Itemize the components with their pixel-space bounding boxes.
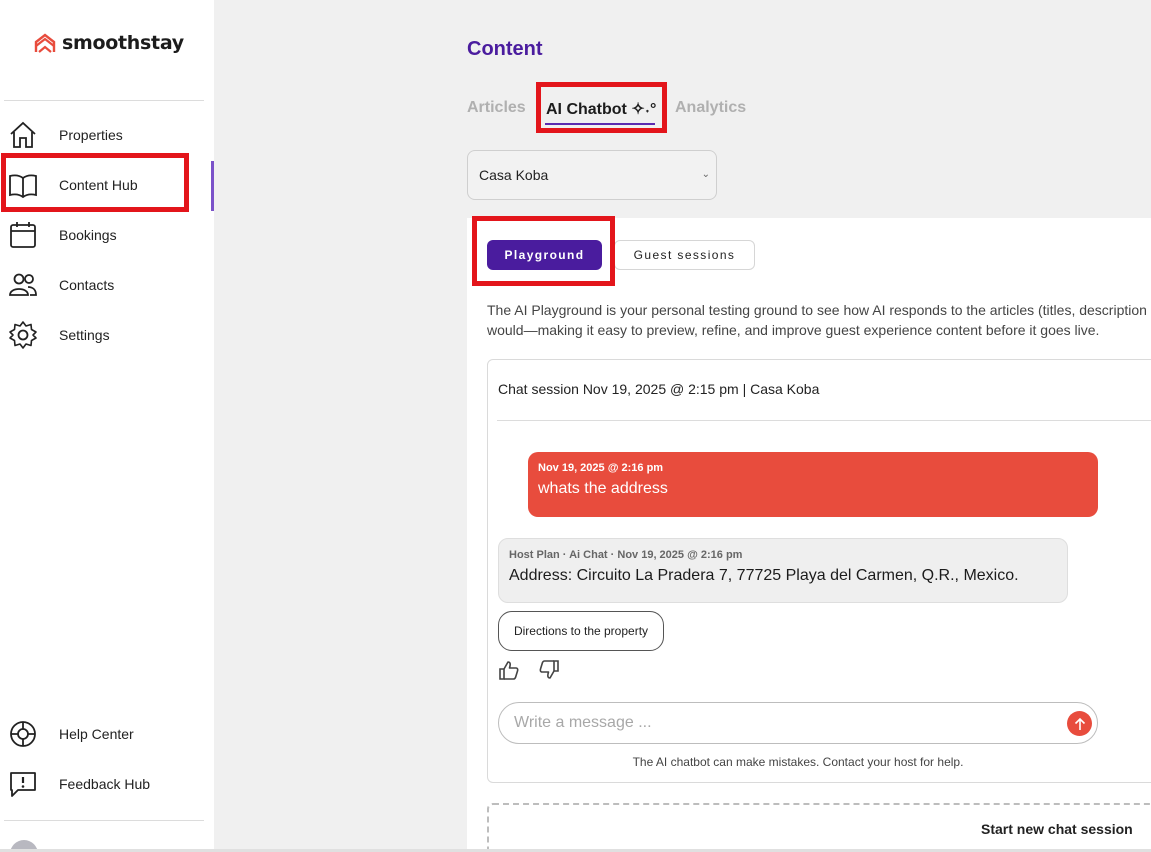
users-icon: [8, 270, 38, 300]
start-new-session-button[interactable]: Start new chat session: [487, 803, 1151, 852]
thumbs-down-icon[interactable]: [538, 659, 560, 681]
property-select-value: Casa Koba: [479, 167, 549, 183]
feedback-icon: [8, 769, 38, 799]
calendar-icon: [8, 220, 38, 250]
active-tab-underline: [545, 123, 655, 125]
logo-icon: [34, 33, 56, 53]
page-title: Content: [467, 38, 543, 60]
message-text: Address: Circuito La Pradera 7, 77725 Pl…: [509, 567, 1019, 584]
start-new-session-label: Start new chat session: [981, 821, 1133, 837]
tab-ai-chatbot[interactable]: AI Chatbot ✧˖°: [546, 99, 656, 119]
sidebar-item-label: Properties: [59, 127, 123, 143]
tab-analytics[interactable]: Analytics: [675, 99, 746, 117]
description-line: The AI Playground is your personal testi…: [487, 302, 1147, 318]
sidebar-item-feedback-hub[interactable]: Feedback Hub: [8, 764, 208, 804]
sidebar-item-label: Bookings: [59, 227, 117, 243]
home-icon: [8, 120, 38, 150]
message-timestamp: Nov 19, 2025 @ 2:16 pm: [538, 462, 664, 474]
ai-disclaimer: The AI chatbot can make mistakes. Contac…: [632, 755, 964, 769]
sidebar-item-settings[interactable]: Settings: [8, 315, 208, 355]
gear-icon: [8, 320, 38, 350]
lifebuoy-icon: [8, 719, 38, 749]
sidebar-item-bookings[interactable]: Bookings: [8, 215, 208, 255]
active-nav-indicator: [211, 161, 214, 211]
sidebar-item-contacts[interactable]: Contacts: [8, 265, 208, 305]
brand-name: smoothstay: [62, 32, 184, 54]
send-button[interactable]: [1067, 711, 1092, 736]
sidebar-item-label: Help Center: [59, 726, 134, 742]
chat-session-title: Chat session Nov 19, 2025 @ 2:15 pm | Ca…: [498, 381, 820, 397]
brand-logo[interactable]: smoothstay: [34, 32, 184, 54]
sidebar: smoothstay Properties Content Hub Bookin…: [0, 0, 214, 852]
sidebar-divider: [4, 820, 204, 821]
user-message: Nov 19, 2025 @ 2:16 pm whats the address: [528, 452, 1098, 517]
arrow-up-icon: [1074, 717, 1085, 730]
chevron-down-icon: ⌄: [701, 169, 710, 180]
sidebar-item-label: Settings: [59, 327, 110, 343]
message-input[interactable]: [498, 702, 1098, 744]
suggestion-chip[interactable]: Directions to the property: [498, 611, 664, 651]
bot-message: Host Plan · Ai Chat · Nov 19, 2025 @ 2:1…: [498, 538, 1068, 603]
description-line: would—making it easy to preview, refine,…: [487, 322, 1100, 338]
sidebar-item-label: Content Hub: [59, 177, 138, 193]
sidebar-divider: [4, 100, 204, 101]
message-text: whats the address: [538, 480, 668, 497]
thumbs-up-icon[interactable]: [498, 659, 520, 681]
book-icon: [8, 170, 38, 200]
sidebar-item-label: Feedback Hub: [59, 776, 151, 792]
sidebar-item-properties[interactable]: Properties: [8, 115, 208, 155]
tab-articles[interactable]: Articles: [467, 99, 526, 117]
sidebar-item-label: Contacts: [59, 277, 115, 293]
sidebar-item-content-hub[interactable]: Content Hub: [8, 165, 208, 205]
chat-divider: [497, 420, 1151, 421]
playground-description: The AI Playground is your personal testi…: [487, 300, 1151, 340]
property-select[interactable]: Casa Koba ⌄: [467, 150, 717, 200]
sidebar-item-help-center[interactable]: Help Center: [8, 714, 208, 754]
tab-playground[interactable]: Playground: [487, 240, 602, 270]
tab-guest-sessions[interactable]: Guest sessions: [614, 240, 755, 270]
message-meta: Host Plan · Ai Chat · Nov 19, 2025 @ 2:1…: [509, 549, 743, 561]
